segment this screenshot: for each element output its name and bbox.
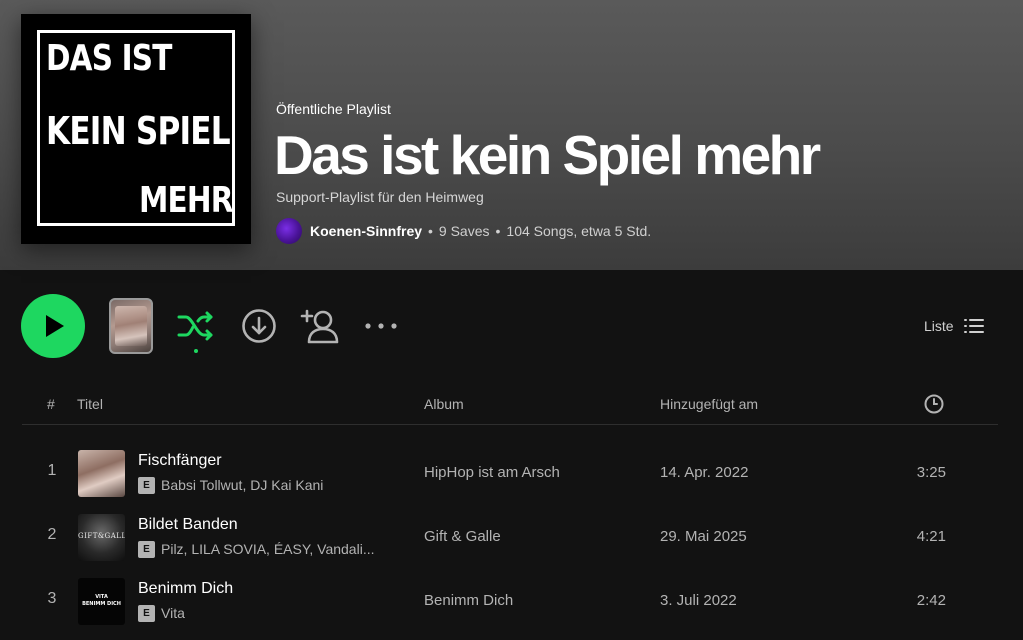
owner-name-link[interactable]: Koenen-Sinnfrey — [310, 223, 422, 239]
saves-count: 9 Saves — [438, 223, 490, 239]
playlist-description: Support-Playlist für den Heimweg — [276, 189, 484, 205]
column-duration[interactable] — [924, 394, 944, 417]
cover-art-text: VITA — [95, 594, 108, 600]
shuffle-button[interactable] — [176, 308, 216, 344]
more-options-button[interactable] — [362, 314, 400, 338]
track-cover-art — [78, 450, 125, 497]
preview-image — [115, 306, 147, 346]
play-icon — [46, 315, 64, 337]
track-artists[interactable]: Vita — [161, 605, 185, 621]
track-artists-line: E Babsi Tollwut, DJ Kai Kani — [138, 476, 323, 494]
track-duration: 2:42 — [916, 592, 946, 609]
cover-art-text: BENIMM DICH — [82, 601, 121, 607]
track-date-added: 3. Juli 2022 — [660, 592, 737, 609]
track-duration: 3:25 — [916, 464, 946, 481]
playlist-title[interactable]: Das ist kein Spiel mehr — [274, 123, 821, 187]
playlist-preview-thumbnail[interactable] — [109, 298, 153, 354]
track-row[interactable]: 3 VITA BENIMM DICH Benimm Dich E Vita Be… — [22, 570, 998, 634]
playlist-type-label: Öffentliche Playlist — [276, 101, 391, 117]
playlist-meta: Koenen-Sinnfrey • 9 Saves • 104 Songs, e… — [276, 217, 651, 245]
track-album[interactable]: HipHop ist am Arsch — [424, 464, 560, 481]
column-number: # — [47, 396, 55, 412]
add-collaborator-button[interactable] — [298, 306, 342, 346]
cover-line-1: DAS IST — [46, 38, 172, 79]
songs-duration: 104 Songs, etwa 5 Std. — [506, 223, 652, 239]
track-artists[interactable]: Pilz, LILA SOVIA, ÉASY, Vandali... — [161, 541, 375, 557]
explicit-badge: E — [138, 540, 155, 558]
cover-art-text: GIFT&GALLE — [78, 532, 125, 540]
track-title[interactable]: Benimm Dich — [138, 580, 233, 598]
playlist-header: DAS IST KEIN SPIEL MEHR Öffentliche Play… — [0, 0, 1023, 270]
clock-icon — [924, 394, 944, 414]
spotify-playlist-page: DAS IST KEIN SPIEL MEHR Öffentliche Play… — [0, 0, 1023, 640]
track-artists[interactable]: Babsi Tollwut, DJ Kai Kani — [161, 477, 323, 493]
owner-avatar[interactable] — [276, 218, 302, 244]
track-number: 1 — [47, 462, 57, 479]
list-view-icon — [963, 319, 984, 333]
action-bar: Liste — [0, 270, 1023, 380]
track-cover-art: VITA BENIMM DICH — [78, 578, 125, 625]
track-title[interactable]: Fischfänger — [138, 452, 222, 470]
track-album[interactable]: Benimm Dich — [424, 592, 513, 609]
track-duration: 4:21 — [916, 528, 946, 545]
shuffle-active-dot — [194, 349, 198, 353]
track-number: 3 — [47, 590, 57, 607]
cover-line-2: KEIN SPIEL — [46, 109, 231, 153]
explicit-badge: E — [138, 604, 155, 622]
column-title[interactable]: Titel — [77, 396, 103, 412]
view-mode-label: Liste — [924, 318, 954, 334]
column-album[interactable]: Album — [424, 396, 464, 412]
track-artists-line: E Vita — [138, 604, 185, 622]
track-artists-line: E Pilz, LILA SOVIA, ÉASY, Vandali... — [138, 540, 375, 558]
play-button[interactable] — [21, 294, 85, 358]
more-icon — [365, 323, 397, 329]
explicit-badge: E — [138, 476, 155, 494]
cover-line-3: MEHR — [139, 180, 234, 221]
track-number: 2 — [47, 526, 57, 543]
column-added[interactable]: Hinzugefügt am — [660, 396, 758, 412]
playlist-cover[interactable]: DAS IST KEIN SPIEL MEHR — [21, 14, 251, 244]
track-row[interactable]: 2 GIFT&GALLE Bildet Banden E Pilz, LILA … — [22, 506, 998, 570]
meta-separator: • — [428, 223, 433, 239]
track-cover-art: GIFT&GALLE — [78, 514, 125, 561]
add-user-icon — [300, 309, 339, 344]
track-row[interactable]: 1 Fischfänger E Babsi Tollwut, DJ Kai Ka… — [22, 442, 998, 506]
track-date-added: 14. Apr. 2022 — [660, 464, 749, 481]
download-icon — [242, 309, 276, 343]
meta-separator: • — [495, 223, 501, 239]
track-date-added: 29. Mai 2025 — [660, 528, 747, 545]
track-album[interactable]: Gift & Galle — [424, 528, 501, 545]
shuffle-icon — [177, 311, 213, 341]
tracklist-header: # Titel Album Hinzugefügt am — [22, 385, 998, 425]
download-button[interactable] — [240, 307, 278, 345]
track-title[interactable]: Bildet Banden — [138, 516, 238, 534]
view-mode-toggle[interactable]: Liste — [924, 314, 984, 338]
